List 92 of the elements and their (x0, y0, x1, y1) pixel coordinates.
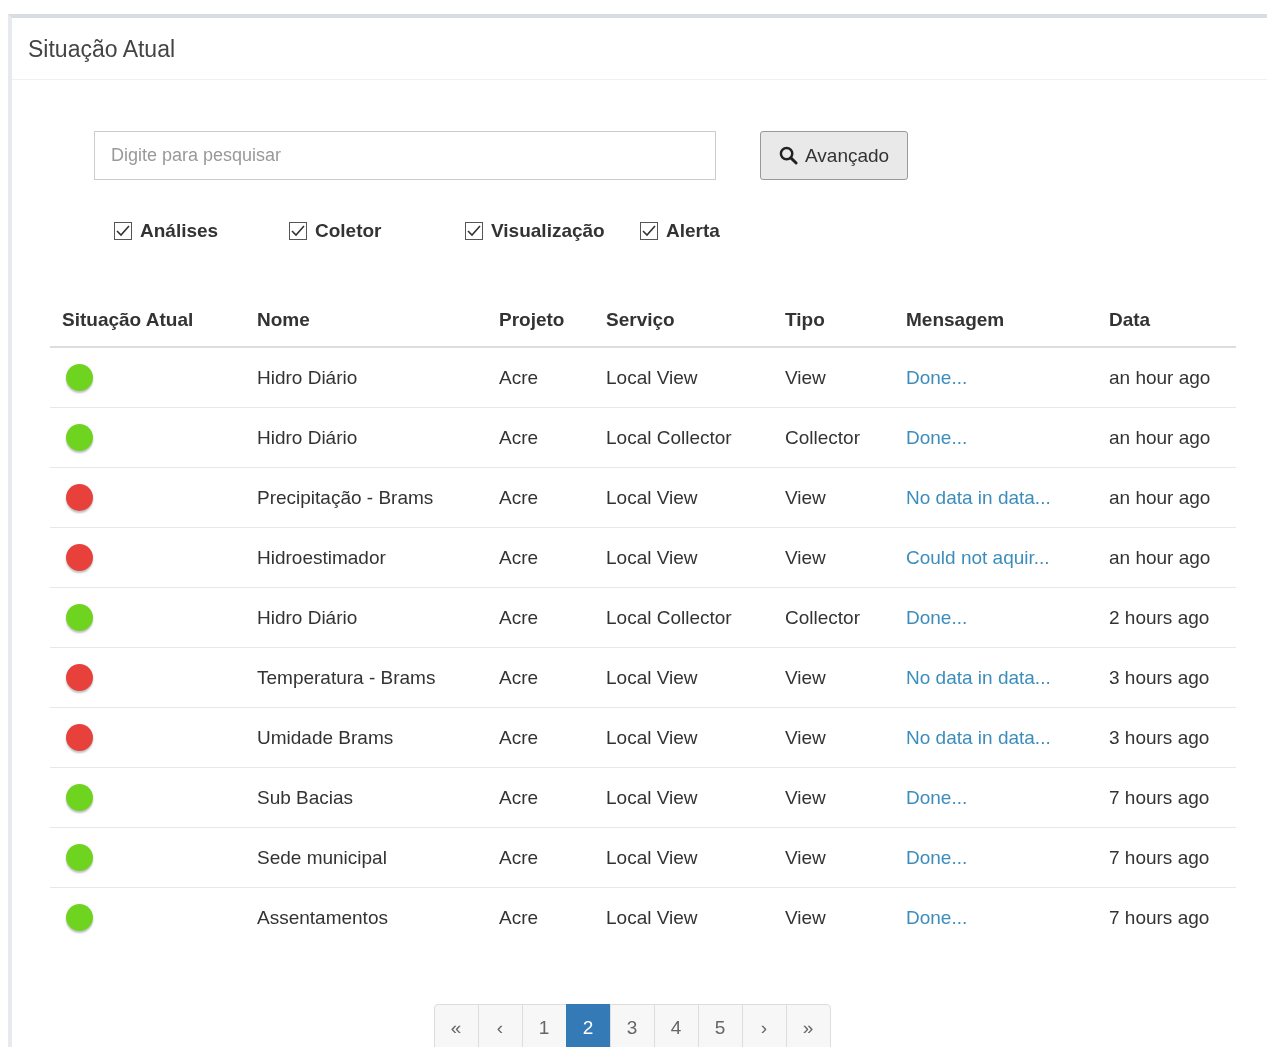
table-cell: Acre (499, 366, 539, 389)
table-cell: View (785, 906, 826, 929)
page-button[interactable]: 1 (521, 1004, 567, 1047)
table-cell: Acre (499, 546, 539, 569)
page-button[interactable]: » (785, 1004, 831, 1047)
check-icon (642, 225, 656, 237)
column-header: Mensagem (906, 309, 1005, 331)
page-button[interactable]: 3 (609, 1004, 655, 1047)
filter-checkbox[interactable]: Visualização (465, 220, 640, 242)
page-button[interactable]: 4 (653, 1004, 699, 1047)
message-link[interactable]: Done... (906, 846, 968, 869)
message-link[interactable]: Done... (906, 426, 968, 449)
check-icon (291, 225, 305, 237)
message-link[interactable]: No data in data... (906, 486, 1051, 509)
message-link[interactable]: Done... (906, 366, 968, 389)
check-icon (116, 225, 130, 237)
message-link[interactable]: No data in data... (906, 726, 1051, 749)
table-cell: an hour ago (1109, 426, 1211, 449)
column-header: Serviço (606, 309, 675, 331)
table-cell: Acre (499, 486, 539, 509)
message-link[interactable]: Could not aquir... (906, 546, 1050, 569)
filter-checkbox[interactable]: Alerta (640, 220, 720, 242)
table-cell: 3 hours ago (1109, 666, 1210, 689)
page-button[interactable]: 5 (697, 1004, 743, 1047)
table-cell: Hidro Diário (257, 426, 358, 449)
table-cell: an hour ago (1109, 486, 1211, 509)
checkbox[interactable] (114, 222, 132, 240)
table-cell: Acre (499, 426, 539, 449)
table-cell: an hour ago (1109, 366, 1211, 389)
table-cell: Local View (606, 546, 698, 569)
checkbox[interactable] (465, 222, 483, 240)
table-cell: an hour ago (1109, 546, 1211, 569)
table-cell: Local Collector (606, 606, 732, 629)
filter-checkbox[interactable]: Análises (114, 220, 289, 242)
table-cell: Precipitação - Brams (257, 486, 434, 509)
table-cell: Hidroestimador (257, 546, 386, 569)
table-cell: Acre (499, 846, 539, 869)
search-icon (779, 146, 798, 165)
message-link[interactable]: No data in data... (906, 666, 1051, 689)
message-link[interactable]: Done... (906, 606, 968, 629)
table-cell: Acre (499, 786, 539, 809)
table-cell: Collector (785, 426, 860, 449)
table-cell: Collector (785, 606, 860, 629)
advanced-search-button[interactable]: Avançado (760, 131, 909, 180)
table-cell: View (785, 666, 826, 689)
table-cell: Umidade Brams (257, 726, 394, 749)
table-cell: View (785, 786, 826, 809)
check-icon (467, 225, 481, 237)
table-cell: 7 hours ago (1109, 846, 1210, 869)
table-cell: Local View (606, 486, 698, 509)
table-cell: Acre (499, 726, 539, 749)
table-cell: Local View (606, 786, 698, 809)
table-cell: Temperatura - Brams (257, 666, 436, 689)
checkbox[interactable] (640, 222, 658, 240)
column-header: Data (1109, 309, 1151, 331)
search-field[interactable]: Digite para pesquisar (94, 131, 716, 180)
table-cell: Sub Bacias (257, 786, 354, 809)
table-cell: Assentamentos (257, 906, 388, 929)
table-cell: View (785, 726, 826, 749)
table-cell: 7 hours ago (1109, 906, 1210, 929)
table-cell: Local View (606, 666, 698, 689)
column-header: Situação Atual (62, 309, 194, 331)
table-cell: Hidro Diário (257, 606, 358, 629)
table-cell: Acre (499, 666, 539, 689)
filter-checkbox[interactable]: Coletor (289, 220, 465, 242)
table-cell: View (785, 546, 826, 569)
table-cell: Local View (606, 726, 698, 749)
message-link[interactable]: Done... (906, 906, 968, 929)
message-link[interactable]: Done... (906, 786, 968, 809)
table-cell: Local View (606, 366, 698, 389)
table-cell: Acre (499, 906, 539, 929)
table-cell: 2 hours ago (1109, 606, 1210, 629)
table-cell: View (785, 486, 826, 509)
table-cell: Acre (499, 606, 539, 629)
column-header: Nome (257, 309, 310, 331)
page-button[interactable]: « (433, 1004, 479, 1047)
table-cell: View (785, 846, 826, 869)
table-cell: Local View (606, 846, 698, 869)
table-cell: Local View (606, 906, 698, 929)
page-button[interactable]: 2 (565, 1004, 611, 1047)
table-cell: 7 hours ago (1109, 786, 1210, 809)
column-header: Projeto (499, 309, 565, 331)
column-header: Tipo (785, 309, 825, 331)
panel-title: Situação Atual (28, 36, 177, 63)
table-cell: Sede municipal (257, 846, 387, 869)
page-button[interactable]: › (741, 1004, 787, 1047)
table-cell: View (785, 366, 826, 389)
table-cell: Local Collector (606, 426, 732, 449)
checkbox[interactable] (289, 222, 307, 240)
table-cell: Hidro Diário (257, 366, 358, 389)
table-cell: 3 hours ago (1109, 726, 1210, 749)
page-button[interactable]: ‹ (477, 1004, 523, 1047)
